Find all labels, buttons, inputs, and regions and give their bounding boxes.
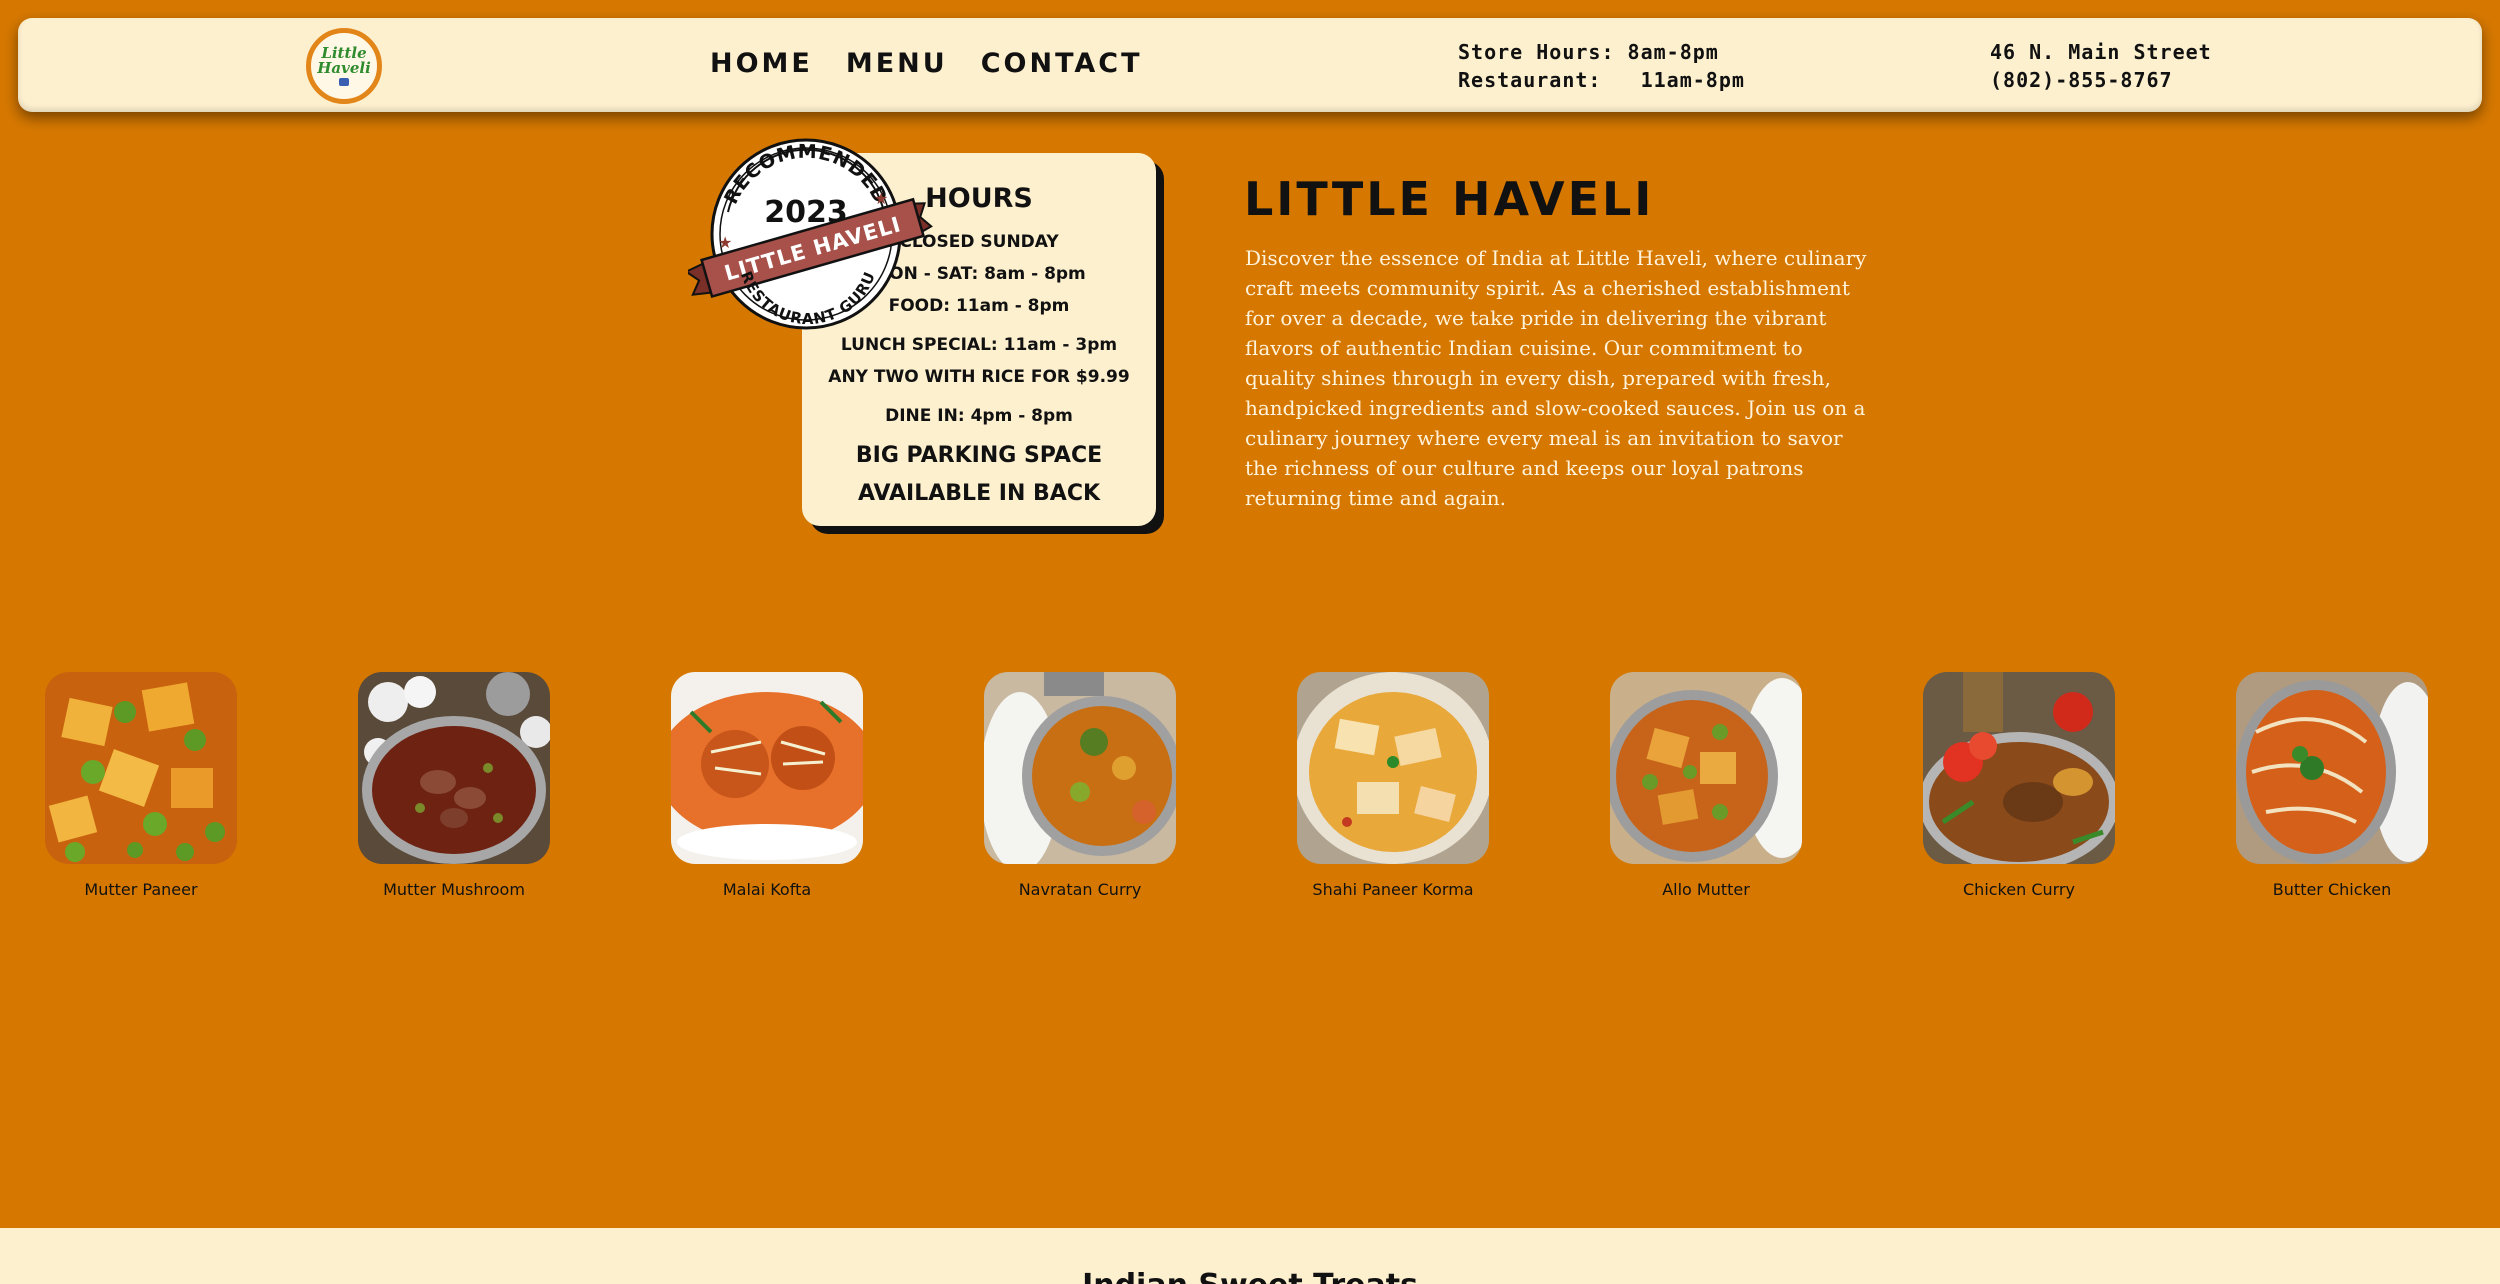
shahi-paneer-korma-photo[interactable]	[1297, 672, 1489, 864]
header-hours: Store Hours: 8am-8pm Restaurant: 11am-8p…	[1458, 38, 1745, 94]
restaurant-hours: Restaurant: 11am-8pm	[1458, 68, 1745, 92]
dish-card[interactable]: Mutter Mushroom	[358, 672, 550, 899]
logo-text-line2: Haveli	[317, 59, 371, 77]
dish-card[interactable]: Allo Mutter	[1610, 672, 1802, 899]
parking-line-1: BIG PARKING SPACE	[855, 443, 1103, 468]
dish-gallery: Mutter Paneer Mutter Mushroom Malai Koft…	[0, 672, 2500, 912]
header-contact: 46 N. Main Street (802)-855-8767	[1990, 38, 2212, 94]
parking-line-2: AVAILABLE IN BACK	[857, 481, 1101, 506]
dish-name: Navratan Curry	[1018, 880, 1142, 899]
dine-in-hours: DINE IN: 4pm - 8pm	[885, 406, 1073, 426]
little-haveli-logo[interactable]: Little Haveli	[306, 28, 382, 104]
store-hours: Store Hours: 8am-8pm	[1458, 40, 1719, 64]
dish-name: Allo Mutter	[1662, 880, 1750, 899]
dish-name: Mutter Mushroom	[383, 880, 525, 899]
nav-menu[interactable]: MENU	[846, 48, 948, 79]
dish-name: Mutter Paneer	[84, 880, 198, 899]
malai-kofta-photo[interactable]	[671, 672, 863, 864]
star-icon: ★	[874, 189, 888, 208]
butter-chicken-photo[interactable]	[2236, 672, 2428, 864]
dish-name: Malai Kofta	[722, 880, 812, 899]
site-header: Little Haveli HOME MENU CONTACT Store Ho…	[18, 18, 2482, 112]
dish-card[interactable]: Shahi Paneer Korma	[1297, 672, 1489, 899]
nav-home[interactable]: HOME	[710, 48, 813, 79]
mutter-mushroom-photo[interactable]	[358, 672, 550, 864]
allo-mutter-photo[interactable]	[1610, 672, 1802, 864]
dish-name: Chicken Curry	[1963, 880, 2075, 899]
navratan-curry-photo[interactable]	[984, 672, 1176, 864]
mutter-paneer-photo[interactable]	[45, 672, 237, 864]
dish-card[interactable]: Mutter Paneer	[45, 672, 237, 899]
nav-contact[interactable]: CONTACT	[981, 48, 1143, 79]
restaurant-guru-badge: RECOMMENDED 2023 ★ ★ LITTLE HAVELI RESTA…	[688, 138, 933, 330]
dish-name: Butter Chicken	[2272, 880, 2392, 899]
dish-card[interactable]: Chicken Curry	[1923, 672, 2115, 899]
star-icon: ★	[718, 233, 732, 252]
logo-emblem	[339, 78, 349, 86]
chicken-curry-photo[interactable]	[1923, 672, 2115, 864]
footer-heading: Indian Sweet Treats	[0, 1268, 2500, 1284]
lunch-offer: ANY TWO WITH RICE FOR $9.99	[828, 367, 1130, 387]
address: 46 N. Main Street	[1990, 40, 2212, 64]
phone-number[interactable]: (802)-855-8767	[1990, 66, 2212, 94]
dish-card[interactable]: Butter Chicken	[2236, 672, 2428, 899]
dish-card[interactable]: Navratan Curry	[984, 672, 1176, 899]
about-title: LITTLE HAVELI	[1244, 172, 1655, 226]
about-text: Discover the essence of India at Little …	[1245, 246, 1867, 510]
dish-name: Shahi Paneer Korma	[1312, 880, 1474, 899]
footer-section: Indian Sweet Treats	[0, 1228, 2500, 1284]
main-nav: HOME MENU CONTACT	[710, 48, 1143, 79]
dish-card[interactable]: Malai Kofta	[671, 672, 863, 899]
